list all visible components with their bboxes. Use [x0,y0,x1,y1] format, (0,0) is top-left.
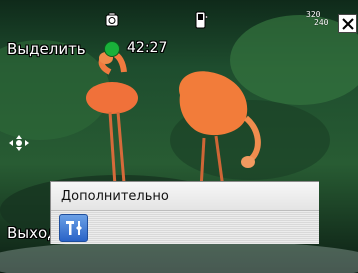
close-icon [341,17,354,30]
resolution-height: 240 [314,18,329,27]
tools-button[interactable] [59,214,88,242]
record-indicator-dot [104,41,120,57]
recording-timer: 42:27 [127,40,168,56]
phone-signal-icon [195,11,208,29]
speaker-icon [105,12,119,27]
advanced-menu-popup: Дополнительно [50,181,319,244]
camera-screen: 320 240 Выделить 42:27 Выход Дополнитель… [0,0,358,273]
resolution-indicator: 320 240 [306,11,334,33]
menu-toolbar [51,211,319,244]
close-button[interactable] [338,14,357,33]
select-softkey[interactable]: Выделить [7,40,86,58]
top-status-bar: 320 240 [0,0,358,38]
advanced-menu-label: Дополнительно [61,188,169,204]
focus-cross-icon[interactable] [8,134,30,152]
tools-icon [65,221,82,235]
advanced-menu-item[interactable]: Дополнительно [51,182,319,211]
